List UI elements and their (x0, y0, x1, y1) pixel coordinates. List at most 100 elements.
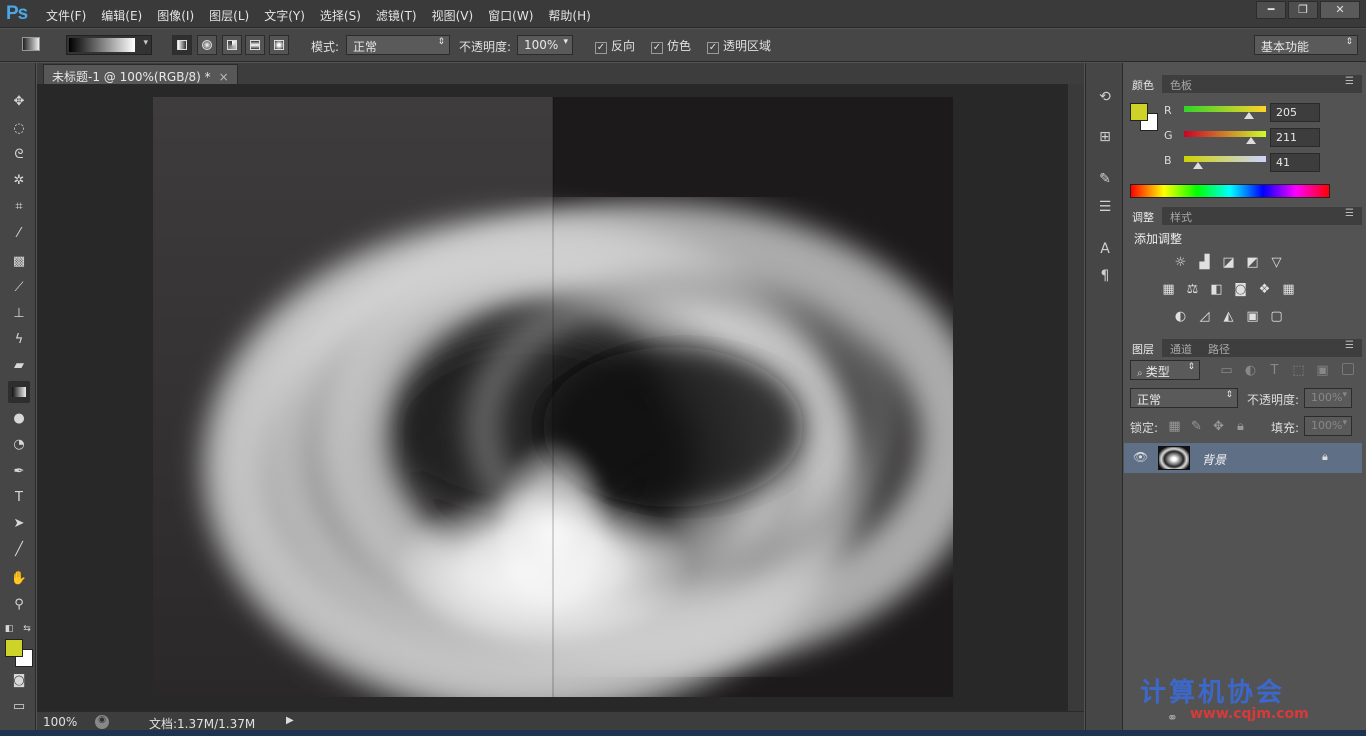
layer-filter-select[interactable]: ⌕ 类型 ⇕ (1130, 360, 1200, 380)
status-icon[interactable]: ◉ (95, 715, 109, 729)
b-value-input[interactable]: 41 (1270, 153, 1320, 172)
opacity-input[interactable]: 100% ▾ (517, 35, 573, 55)
diamond-gradient-button[interactable] (269, 35, 289, 55)
menu-view[interactable]: 视图(V) (432, 7, 474, 24)
threshold-icon[interactable]: ◭ (1220, 309, 1237, 324)
eye-icon[interactable]: 👁︎ (1133, 450, 1148, 464)
channel-mixer-icon[interactable]: ❖ (1256, 282, 1273, 297)
clone-stamp-tool-icon[interactable]: ⊥ (8, 303, 30, 325)
g-value-input[interactable]: 211 (1270, 128, 1320, 147)
reflected-gradient-button[interactable] (245, 35, 265, 55)
history-panel-icon[interactable]: ⟲ (1096, 89, 1114, 107)
g-slider[interactable] (1184, 131, 1266, 144)
menu-type[interactable]: 文字(Y) (264, 7, 305, 24)
color-lookup-icon[interactable]: ▦ (1280, 282, 1297, 297)
r-slider-thumb[interactable] (1244, 112, 1254, 119)
menu-select[interactable]: 选择(S) (320, 7, 361, 24)
menu-help[interactable]: 帮助(H) (548, 7, 590, 24)
exposure-icon[interactable]: ◩ (1244, 255, 1261, 270)
menu-layer[interactable]: 图层(L) (209, 7, 249, 24)
gradient-tool-icon[interactable] (8, 381, 30, 403)
radial-gradient-button[interactable] (197, 35, 217, 55)
screen-mode-icon[interactable]: ▭ (8, 696, 30, 718)
angle-gradient-button[interactable] (222, 35, 242, 55)
magic-wand-tool-icon[interactable]: ✲ (8, 170, 30, 192)
tab-styles[interactable]: 样式 (1162, 207, 1200, 225)
filter-type-icon[interactable]: T (1266, 363, 1283, 378)
menu-image[interactable]: 图像(I) (157, 7, 194, 24)
linear-gradient-button[interactable] (172, 35, 192, 55)
eraser-tool-icon[interactable]: ▰ (8, 355, 30, 377)
link-layers-icon[interactable]: ⚭ (1164, 711, 1181, 726)
default-colors-icon[interactable]: ◧ (2, 618, 16, 640)
panel-menu-icon[interactable]: ☰ (1345, 208, 1354, 219)
document-canvas[interactable] (153, 97, 953, 697)
restore-button[interactable]: ❐ (1288, 1, 1318, 19)
gradient-picker[interactable]: ▾ (66, 35, 152, 55)
g-slider-thumb[interactable] (1246, 137, 1256, 144)
pen-tool-icon[interactable]: ✒ (8, 461, 30, 483)
lock-image-icon[interactable]: ✎ (1188, 419, 1205, 434)
line-tool-icon[interactable]: ╱ (8, 539, 30, 561)
tab-channels[interactable]: 通道 (1162, 339, 1200, 357)
brush-tool-icon[interactable]: ⟋ (8, 277, 30, 299)
reverse-checkbox[interactable]: ✓ 反向 (595, 37, 635, 54)
lock-position-icon[interactable]: ✥ (1210, 419, 1227, 434)
properties-panel-icon[interactable]: ⊞ (1096, 129, 1114, 147)
panel-menu-icon[interactable]: ☰ (1345, 340, 1354, 351)
color-spectrum-ramp[interactable] (1130, 184, 1330, 198)
brush-panel-icon[interactable]: ✎ (1096, 171, 1114, 189)
levels-icon[interactable]: ▟ (1196, 255, 1213, 270)
layer-name[interactable]: 背景 (1202, 451, 1226, 468)
lock-all-icon[interactable]: 🔒︎ (1232, 419, 1249, 434)
menu-file[interactable]: 文件(F) (46, 7, 86, 24)
color-balance-icon[interactable]: ⚖ (1184, 282, 1201, 297)
invert-icon[interactable]: ◐ (1172, 309, 1189, 324)
workspace-select[interactable]: 基本功能 ⇕ (1254, 35, 1358, 55)
layer-opacity-input[interactable]: 100% ▾ (1304, 388, 1352, 408)
menu-window[interactable]: 窗口(W) (488, 7, 533, 24)
panel-menu-icon[interactable]: ☰ (1345, 76, 1354, 87)
move-tool-icon[interactable]: ✥ (8, 91, 30, 113)
tab-swatches[interactable]: 色板 (1162, 75, 1200, 93)
swap-colors-icon[interactable]: ⇆ (20, 618, 34, 640)
menu-edit[interactable]: 编辑(E) (101, 7, 142, 24)
type-tool-icon[interactable]: T (8, 487, 30, 509)
eyedropper-tool-icon[interactable]: ⁄ (8, 223, 30, 245)
path-selection-tool-icon[interactable]: ➤ (8, 513, 30, 535)
transparency-checkbox[interactable]: ✓ 透明区域 (707, 37, 771, 54)
close-button[interactable]: ✕ (1320, 1, 1360, 19)
dodge-tool-icon[interactable]: ◔ (8, 434, 30, 456)
fill-input[interactable]: 100% ▾ (1304, 416, 1352, 436)
lasso-tool-icon[interactable]: ᘓ (8, 144, 30, 166)
close-tab-icon[interactable]: × (219, 70, 229, 84)
foreground-color-swatch[interactable] (5, 639, 23, 657)
blur-tool-icon[interactable]: ● (8, 408, 30, 430)
r-slider[interactable] (1184, 106, 1266, 119)
minimize-button[interactable]: ━ (1256, 1, 1286, 19)
posterize-icon[interactable]: ◿ (1196, 309, 1213, 324)
document-tab[interactable]: 未标题-1 @ 100%(RGB/8) * × (43, 64, 238, 84)
b-slider-thumb[interactable] (1193, 162, 1203, 169)
tab-layers[interactable]: 图层 (1124, 339, 1162, 357)
filter-adjustment-icon[interactable]: ◐ (1242, 363, 1259, 378)
gradient-tool-preset-icon[interactable] (22, 37, 40, 51)
filter-toggle[interactable] (1342, 363, 1354, 375)
tab-adjustments[interactable]: 调整 (1124, 207, 1162, 225)
menu-filter[interactable]: 滤镜(T) (376, 7, 417, 24)
tab-color[interactable]: 颜色 (1124, 75, 1162, 93)
layer-blend-mode-select[interactable]: 正常 ⇕ (1130, 388, 1238, 408)
filter-smart-object-icon[interactable]: ▣ (1314, 363, 1331, 378)
black-white-icon[interactable]: ◧ (1208, 282, 1225, 297)
vibrance-icon[interactable]: ▽ (1268, 255, 1285, 270)
hand-tool-icon[interactable]: ✋ (8, 568, 30, 590)
filter-shape-icon[interactable]: ⬚ (1290, 363, 1307, 378)
zoom-tool-icon[interactable]: ⚲ (8, 594, 30, 616)
mode-select[interactable]: 正常 ⇕ (346, 35, 450, 55)
tab-paths[interactable]: 路径 (1200, 339, 1238, 357)
layer-row-background[interactable]: 👁︎ 背景 🔒︎ (1124, 443, 1362, 473)
panel-foreground-swatch[interactable] (1130, 103, 1148, 121)
brightness-contrast-icon[interactable]: ☼ (1172, 255, 1189, 270)
dither-checkbox[interactable]: ✓ 仿色 (651, 37, 691, 54)
hue-saturation-icon[interactable]: ▦ (1160, 282, 1177, 297)
